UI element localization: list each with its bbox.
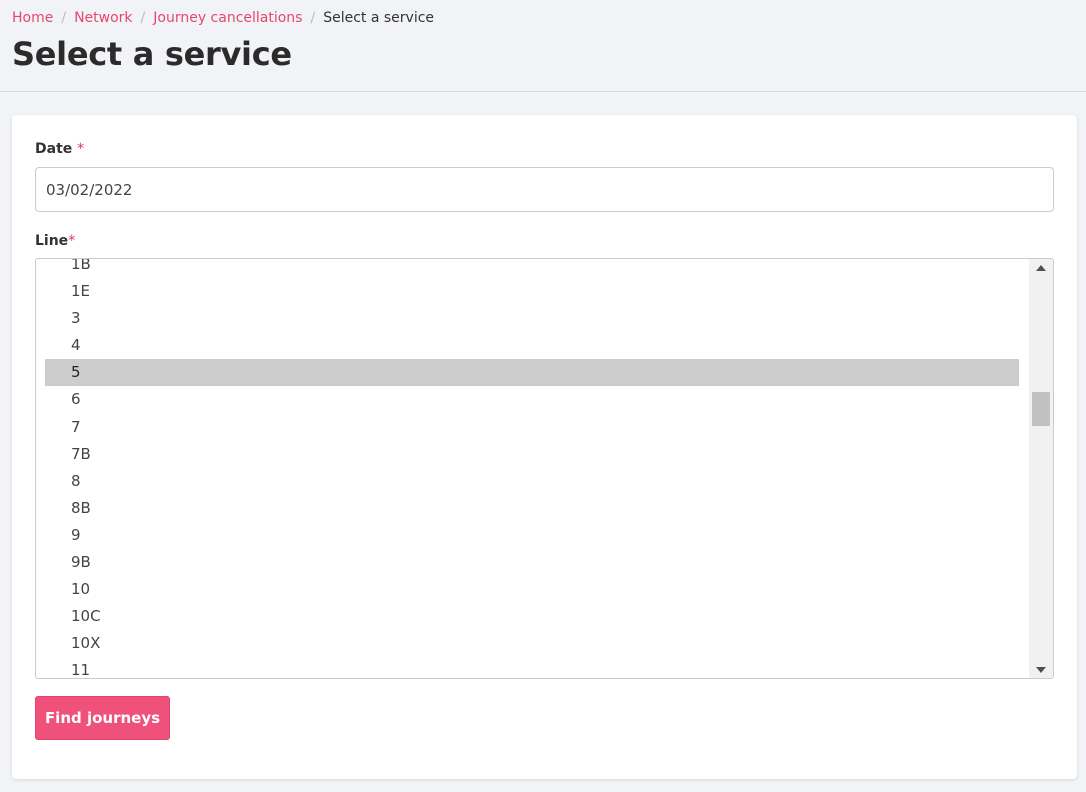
line-option[interactable]: 4 [45, 332, 1019, 359]
line-option[interactable]: 7B [45, 441, 1019, 468]
line-option[interactable]: 6 [45, 386, 1019, 413]
page-header: Home / Network / Journey cancellations /… [0, 0, 1086, 92]
line-option[interactable]: 7 [45, 414, 1019, 441]
required-marker: * [77, 141, 85, 157]
page-title: Select a service [12, 35, 292, 73]
breadcrumb-separator: / [140, 10, 146, 26]
date-label-text: Date [35, 141, 73, 157]
breadcrumb-journey-cancellations-link[interactable]: Journey cancellations [153, 8, 302, 28]
line-label: Line* [35, 231, 75, 251]
line-option[interactable]: 8 [45, 468, 1019, 495]
required-marker: * [68, 233, 76, 249]
breadcrumb-network-link[interactable]: Network [74, 8, 132, 28]
breadcrumb-separator: / [310, 10, 316, 26]
line-option[interactable]: 1B [45, 259, 1019, 278]
line-option[interactable]: 10 [45, 576, 1019, 603]
breadcrumb: Home / Network / Journey cancellations /… [12, 8, 434, 28]
date-label: Date * [35, 139, 84, 159]
form-card: Date * Line* 1B1E345677B88B99B1010C10X11… [12, 115, 1077, 779]
scrollbar-thumb[interactable] [1032, 392, 1050, 426]
date-input[interactable] [35, 167, 1054, 212]
breadcrumb-home-link[interactable]: Home [12, 8, 53, 28]
line-options: 1B 1E 3 4 5 6 7 7B 8 8B 9 9B 10 10C 10X 11 [36, 259, 1036, 678]
line-label-text: Line [35, 233, 69, 249]
line-option[interactable]: 10C [45, 603, 1019, 630]
line-option[interactable]: 8B [45, 495, 1019, 522]
scroll-down-arrow-icon[interactable] [1029, 661, 1053, 678]
line-select[interactable]: 1B 1E 3 4 5 6 7 7B 8 8B 9 9B 10 10C 10X 11 [35, 258, 1054, 679]
breadcrumb-separator: / [61, 10, 67, 26]
scroll-up-arrow-icon[interactable] [1029, 259, 1053, 276]
breadcrumb-current: Select a service [323, 10, 435, 26]
line-option[interactable]: 1E [45, 278, 1019, 305]
line-option[interactable]: 11 [45, 657, 1019, 678]
line-option[interactable]: 3 [45, 305, 1019, 332]
line-option[interactable]: 10X [45, 630, 1019, 657]
find-journeys-button[interactable]: Find journeys [35, 696, 170, 740]
line-option[interactable]: 9 [45, 522, 1019, 549]
scrollbar[interactable] [1029, 259, 1053, 678]
line-option[interactable]: 5 [45, 359, 1019, 387]
line-option[interactable]: 9B [45, 549, 1019, 576]
